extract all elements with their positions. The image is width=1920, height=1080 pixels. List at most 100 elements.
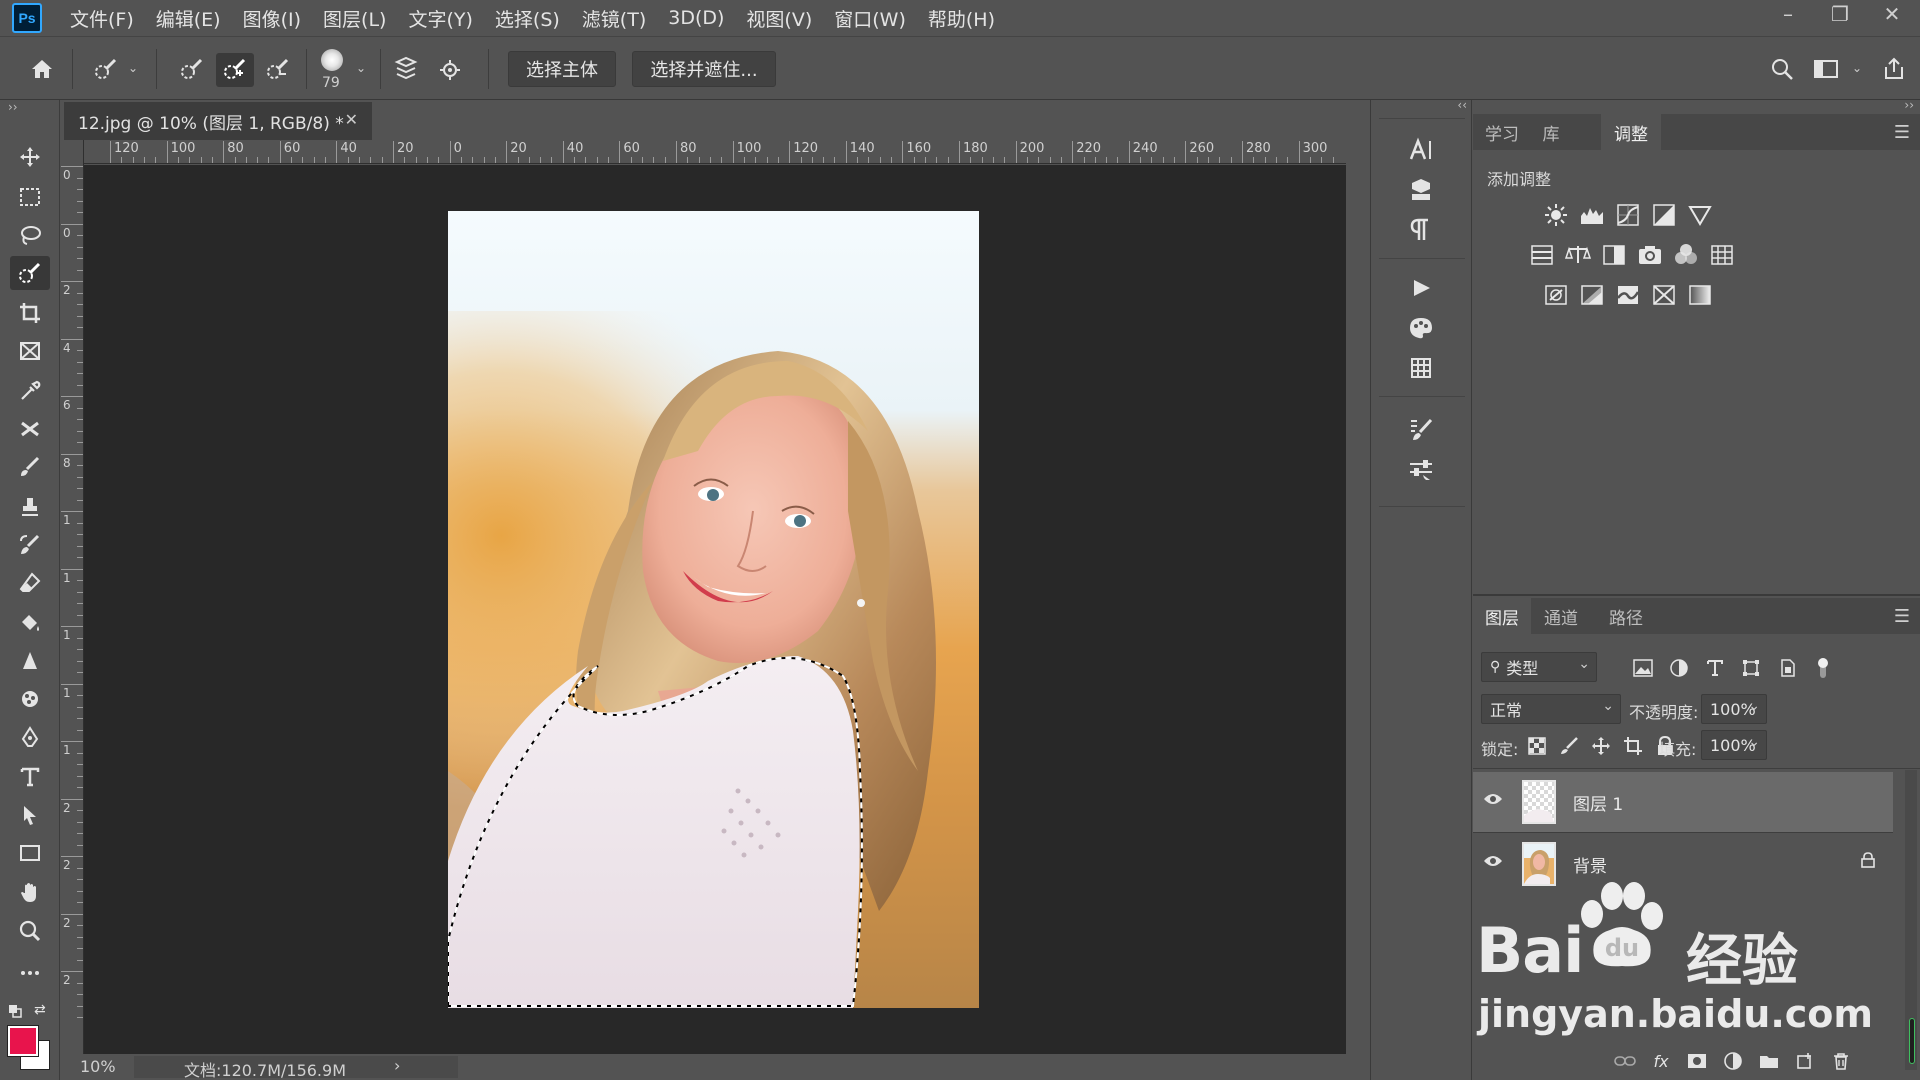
frame-tool-icon[interactable]: [10, 334, 50, 368]
status-menu-chevron-icon[interactable]: ›: [394, 1056, 400, 1075]
menu-filter[interactable]: 滤镜(T): [582, 5, 646, 32]
filter-shape-icon[interactable]: [1739, 656, 1763, 680]
menu-select[interactable]: 选择(S): [495, 5, 560, 32]
hand-tool-icon[interactable]: [10, 876, 50, 910]
filter-pixel-icon[interactable]: [1631, 656, 1655, 680]
quick-selection-tool-icon[interactable]: [10, 256, 50, 290]
vertical-ruler[interactable]: 0 0 2 4 6 8 1 1 1 1 1 2 2 2 2: [60, 140, 84, 1054]
share-icon[interactable]: [1880, 55, 1908, 83]
menu-help[interactable]: 帮助(H): [928, 5, 995, 32]
zoom-tool-icon[interactable]: [10, 914, 50, 948]
dodge-tool-icon[interactable]: [10, 682, 50, 716]
new-adjustment-layer-icon[interactable]: [1721, 1050, 1745, 1072]
lasso-tool-icon[interactable]: [10, 218, 50, 252]
zoom-level[interactable]: 10%: [80, 1057, 116, 1076]
eyedropper-tool-icon[interactable]: [10, 374, 50, 408]
gradient-map-icon[interactable]: [1687, 282, 1713, 308]
type-tool-icon[interactable]: [10, 760, 50, 794]
delete-layer-trash-icon[interactable]: [1829, 1050, 1853, 1072]
layer-name[interactable]: 背景: [1573, 852, 1607, 877]
selective-color-icon[interactable]: [1651, 282, 1677, 308]
brush-tool-icon[interactable]: [10, 450, 50, 484]
crop-tool-icon[interactable]: [10, 296, 50, 330]
minimize-icon[interactable]: –: [1774, 2, 1802, 26]
path-selection-tool-icon[interactable]: [10, 798, 50, 832]
add-mask-icon[interactable]: [1685, 1050, 1709, 1072]
menu-3d[interactable]: 3D(D): [668, 7, 724, 29]
layer-filter-select[interactable]: ⚲ 类型 ⌄: [1481, 652, 1597, 682]
exposure-icon[interactable]: [1651, 202, 1677, 228]
layer-row[interactable]: 图层 1: [1473, 772, 1893, 832]
auto-enhance-icon[interactable]: [436, 55, 464, 83]
subtract-from-selection-icon[interactable]: [264, 55, 292, 83]
workspace-icon[interactable]: [1812, 55, 1840, 83]
tab-channels[interactable]: 通道: [1531, 598, 1591, 634]
paint-bucket-tool-icon[interactable]: [10, 606, 50, 640]
menu-image[interactable]: 图像(I): [243, 5, 301, 32]
collapse-dock-icon[interactable]: ‹‹: [1457, 98, 1467, 112]
document-image[interactable]: [448, 211, 979, 1008]
channel-mixer-icon[interactable]: [1673, 242, 1699, 268]
paragraph-panel-icon[interactable]: [1395, 212, 1447, 248]
chevron-down-icon[interactable]: ⌄: [128, 61, 138, 75]
visibility-eye-icon[interactable]: [1483, 852, 1503, 873]
vibrance-icon[interactable]: [1687, 202, 1713, 228]
visibility-eye-icon[interactable]: [1483, 790, 1503, 811]
invert-icon[interactable]: [1543, 282, 1569, 308]
blend-mode-select[interactable]: 正常 ⌄: [1481, 694, 1621, 724]
color-lookup-icon[interactable]: [1709, 242, 1735, 268]
healing-brush-tool-icon[interactable]: [10, 412, 50, 446]
pen-tool-icon[interactable]: [10, 720, 50, 754]
lock-image-icon[interactable]: [1557, 734, 1581, 758]
filter-adjustment-icon[interactable]: [1667, 656, 1691, 680]
home-icon[interactable]: [28, 55, 56, 83]
character-panel-icon[interactable]: [1395, 132, 1447, 168]
horizontal-ruler[interactable]: 120 100 80 60 40 20 0 20 40 60 80 100 120 140 160 180 20…: [84, 140, 1346, 164]
search-icon[interactable]: [1768, 55, 1796, 83]
tab-paths[interactable]: 路径: [1597, 598, 1655, 634]
fill-input[interactable]: 100% ⌄: [1701, 730, 1767, 760]
levels-icon[interactable]: [1579, 202, 1605, 228]
layer-name[interactable]: 图层 1: [1573, 790, 1623, 815]
layer-thumbnail[interactable]: [1522, 780, 1556, 824]
new-group-folder-icon[interactable]: [1757, 1050, 1781, 1072]
filter-smart-object-icon[interactable]: [1775, 656, 1799, 680]
fill-chevron-down-icon[interactable]: ⌄: [1748, 734, 1760, 750]
select-subject-button[interactable]: 选择主体: [508, 51, 616, 87]
brush-settings-panel-icon[interactable]: [1395, 412, 1447, 448]
lock-artboard-icon[interactable]: [1621, 734, 1645, 758]
history-brush-tool-icon[interactable]: [10, 528, 50, 562]
menu-type[interactable]: 文字(Y): [408, 5, 472, 32]
panel-menu-icon[interactable]: ☰: [1894, 122, 1910, 143]
patterns-panel-icon[interactable]: [1395, 350, 1447, 386]
color-balance-icon[interactable]: [1565, 242, 1591, 268]
layer-style-fx-icon[interactable]: fx: [1649, 1050, 1673, 1072]
black-white-icon[interactable]: [1601, 242, 1627, 268]
scrollbar-thumb[interactable]: [1909, 1018, 1915, 1064]
marquee-tool-icon[interactable]: [10, 180, 50, 214]
lock-transparent-icon[interactable]: [1525, 734, 1549, 758]
quick-select-preset-icon[interactable]: [92, 55, 120, 83]
move-tool-icon[interactable]: [10, 140, 50, 174]
opacity-input[interactable]: 100% ⌄: [1701, 694, 1767, 724]
expand-toolbar-icon[interactable]: ››: [8, 100, 18, 114]
threshold-icon[interactable]: [1615, 282, 1641, 308]
foreground-color-swatch[interactable]: [8, 1026, 38, 1056]
tab-layers[interactable]: 图层: [1473, 598, 1531, 634]
eraser-tool-icon[interactable]: [10, 566, 50, 600]
blur-tool-icon[interactable]: [10, 644, 50, 678]
tab-adjustments[interactable]: 调整: [1601, 114, 1661, 150]
menu-file[interactable]: 文件(F): [70, 5, 134, 32]
menu-view[interactable]: 视图(V): [746, 5, 812, 32]
photo-filter-icon[interactable]: [1637, 242, 1663, 268]
menu-edit[interactable]: 编辑(E): [156, 5, 221, 32]
filter-type-icon[interactable]: [1703, 656, 1727, 680]
layers-panel-menu-icon[interactable]: ☰: [1894, 606, 1910, 627]
restore-icon[interactable]: ❐: [1826, 2, 1854, 26]
rectangle-tool-icon[interactable]: [10, 836, 50, 870]
brush-preview-icon[interactable]: [321, 49, 343, 71]
tab-learn[interactable]: 学习: [1473, 114, 1531, 150]
sample-all-layers-icon[interactable]: [392, 55, 420, 83]
close-window-icon[interactable]: ✕: [1878, 2, 1906, 26]
posterize-icon[interactable]: [1579, 282, 1605, 308]
